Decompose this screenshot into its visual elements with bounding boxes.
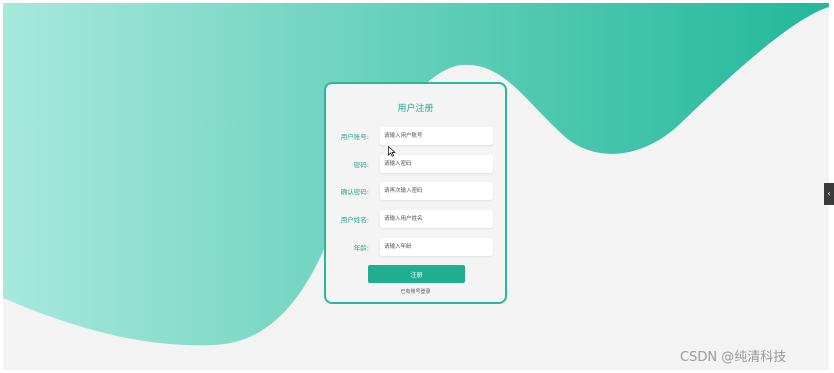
name-input[interactable] bbox=[380, 210, 493, 228]
account-label: 用户账号: bbox=[340, 133, 369, 141]
account-input[interactable] bbox=[380, 127, 493, 145]
side-panel-toggle[interactable]: ‹ bbox=[824, 183, 834, 205]
password-input[interactable] bbox=[380, 155, 493, 173]
age-label: 年龄: bbox=[353, 244, 369, 252]
age-input[interactable] bbox=[380, 238, 493, 256]
mouse-cursor-icon bbox=[388, 146, 396, 157]
watermark: CSDN @纯清科技 bbox=[680, 350, 787, 365]
register-card: 用户注册 用户账号: 密码: 确认密码: 用户姓名: 年龄: 注册 已有账号登录 bbox=[324, 82, 507, 304]
name-label: 用户姓名: bbox=[340, 216, 369, 224]
confirm-password-input[interactable] bbox=[380, 182, 493, 200]
age-row: 年龄: bbox=[326, 238, 505, 256]
login-link[interactable]: 已有账号登录 bbox=[326, 288, 505, 295]
chevron-left-icon: ‹ bbox=[827, 189, 831, 198]
name-row: 用户姓名: bbox=[326, 210, 505, 228]
password-label: 密码: bbox=[353, 161, 369, 169]
confirm-password-label: 确认密码: bbox=[340, 188, 369, 196]
register-button[interactable]: 注册 bbox=[368, 265, 465, 283]
form-title: 用户注册 bbox=[397, 104, 434, 114]
account-row: 用户账号: bbox=[326, 127, 505, 145]
confirm-password-row: 确认密码: bbox=[326, 182, 505, 200]
password-row: 密码: bbox=[326, 155, 505, 173]
